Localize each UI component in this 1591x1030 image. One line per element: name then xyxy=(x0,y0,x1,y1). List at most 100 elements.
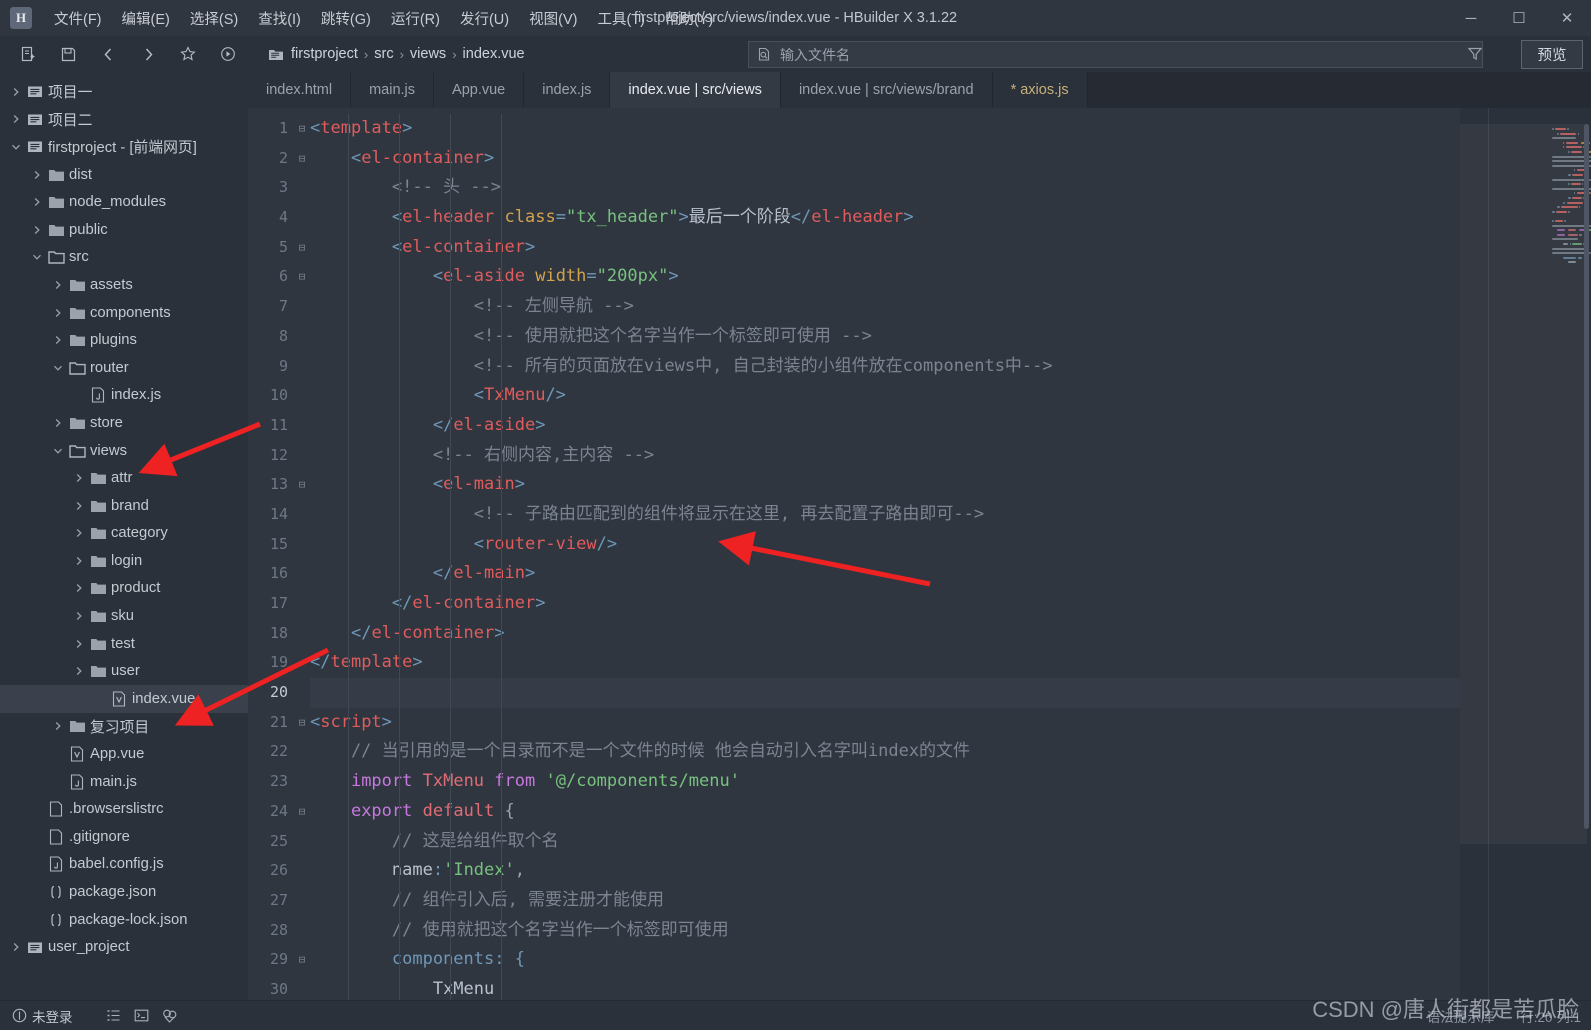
code-line[interactable]: <el-aside width="200px"> xyxy=(310,262,1460,292)
code-line[interactable]: <!-- 头 --> xyxy=(310,173,1460,203)
tree-item-login[interactable]: login xyxy=(0,547,248,575)
fold-toggle-icon[interactable]: ⊟ xyxy=(294,708,310,738)
code-line[interactable]: <el-main> xyxy=(310,470,1460,500)
minimap-scrollbar[interactable] xyxy=(1584,124,1589,829)
tree-item-router[interactable]: router xyxy=(0,354,248,382)
tree-item-sku[interactable]: sku xyxy=(0,602,248,630)
forward-icon[interactable] xyxy=(133,41,163,67)
code-line[interactable]: </el-main> xyxy=(310,559,1460,589)
editor-tab-main.js[interactable]: main.js xyxy=(351,72,435,108)
chevron-right-icon[interactable] xyxy=(8,87,24,97)
code-line[interactable]: <!-- 左侧导航 --> xyxy=(310,292,1460,322)
editor-tab-index.js[interactable]: index.js xyxy=(524,72,611,108)
code-line[interactable]: import TxMenu from '@/components/menu' xyxy=(310,767,1460,797)
code-line[interactable]: <el-header class="tx_header">最后一个阶段</el-… xyxy=(310,203,1460,233)
preview-button[interactable]: 预览 xyxy=(1521,40,1583,69)
project-explorer[interactable]: 项目一 项目二 firstproject - [前端网页] dist node_modu… xyxy=(0,72,248,1000)
code-line[interactable]: <!-- 右侧内容,主内容 --> xyxy=(310,441,1460,471)
minimize-button[interactable]: ─ xyxy=(1447,0,1495,36)
tree-item-.gitignore[interactable]: .gitignore xyxy=(0,823,248,851)
breadcrumb-item-0[interactable]: firstproject xyxy=(291,46,358,62)
breadcrumb-item-3[interactable]: index.vue xyxy=(463,46,525,62)
code-line[interactable]: export default { xyxy=(310,797,1460,827)
fold-gutter[interactable]: ⊟ ⊟ ⊟ ⊟ ⊟ ⊟ ⊟ ⊟ xyxy=(294,108,310,1000)
tree-item-public[interactable]: public xyxy=(0,216,248,244)
tree-item-main.js[interactable]: main.js xyxy=(0,768,248,796)
back-icon[interactable] xyxy=(93,41,123,67)
chevron-right-icon[interactable] xyxy=(71,583,87,593)
code-line[interactable]: <el-container> xyxy=(310,233,1460,263)
new-file-icon[interactable] xyxy=(13,41,43,67)
code-content[interactable]: <template> <el-container> <!-- 头 --> <el… xyxy=(310,108,1460,1000)
code-line[interactable]: <TxMenu/> xyxy=(310,381,1460,411)
menu-find[interactable]: 查找(I) xyxy=(248,3,311,34)
tree-item-index.js[interactable]: index.js xyxy=(0,382,248,410)
breadcrumb-item-2[interactable]: views xyxy=(410,46,446,62)
code-line[interactable]: </el-container> xyxy=(310,619,1460,649)
fold-toggle-icon[interactable]: ⊟ xyxy=(294,262,310,292)
chevron-right-icon[interactable] xyxy=(8,942,24,952)
close-button[interactable]: ✕ xyxy=(1543,0,1591,36)
star-icon[interactable] xyxy=(173,41,203,67)
code-line[interactable]: </el-container> xyxy=(310,589,1460,619)
chevron-right-icon[interactable] xyxy=(71,473,87,483)
fold-toggle-icon[interactable]: ⊟ xyxy=(294,470,310,500)
file-search-input[interactable]: 输入文件名 xyxy=(748,41,1483,68)
tree-item-views[interactable]: views xyxy=(0,437,248,465)
outline-icon[interactable] xyxy=(103,1005,125,1027)
tree-item-node_modules[interactable]: node_modules xyxy=(0,188,248,216)
code-line[interactable]: TxMenu xyxy=(310,975,1460,1000)
tree-item-.browserslistrc[interactable]: .browserslistrc xyxy=(0,795,248,823)
editor-tab-axios.js[interactable]: * axios.js xyxy=(992,72,1088,108)
tree-item-user_project[interactable]: user_project xyxy=(0,933,248,961)
fold-toggle-icon[interactable]: ⊟ xyxy=(294,797,310,827)
code-line[interactable]: // 使用就把这个名字当作一个标签即可使用 xyxy=(310,916,1460,946)
tree-item-dist[interactable]: dist xyxy=(0,161,248,189)
chevron-right-icon[interactable] xyxy=(50,280,66,290)
code-line[interactable]: <router-view/> xyxy=(310,530,1460,560)
fold-toggle-icon[interactable]: ⊟ xyxy=(294,114,310,144)
code-line[interactable]: // 组件引入后, 需要注册才能使用 xyxy=(310,886,1460,916)
tree-item-brand[interactable]: brand xyxy=(0,492,248,520)
tree-item-package-lock.json[interactable]: package-lock.json xyxy=(0,906,248,934)
menu-tools[interactable]: 工具(T) xyxy=(587,3,655,34)
chevron-right-icon[interactable] xyxy=(71,501,87,511)
code-line[interactable]: </el-aside> xyxy=(310,411,1460,441)
fold-toggle-icon[interactable]: ⊟ xyxy=(294,233,310,263)
tree-item-babel.config.js[interactable]: babel.config.js xyxy=(0,851,248,879)
editor-tab-index.vuesrcviewsbrand[interactable]: index.vue | src/views/brand xyxy=(780,72,993,108)
breadcrumb-item-1[interactable]: src xyxy=(374,46,393,62)
code-line[interactable]: <el-container> xyxy=(310,144,1460,174)
run-icon[interactable] xyxy=(213,41,243,67)
code-line[interactable]: name:'Index', xyxy=(310,856,1460,886)
chevron-down-icon[interactable] xyxy=(50,446,66,456)
plugins-icon[interactable] xyxy=(159,1005,181,1027)
tree-item-[interactable]: 复习项目 xyxy=(0,713,248,741)
chevron-right-icon[interactable] xyxy=(50,335,66,345)
login-status[interactable]: 未登录 xyxy=(12,1006,73,1026)
tree-item-product[interactable]: product xyxy=(0,575,248,603)
code-line[interactable]: <!-- 使用就把这个名字当作一个标签即可使用 --> xyxy=(310,322,1460,352)
chevron-right-icon[interactable] xyxy=(71,528,87,538)
chevron-down-icon[interactable] xyxy=(8,142,24,152)
tree-item-store[interactable]: store xyxy=(0,409,248,437)
chevron-right-icon[interactable] xyxy=(50,418,66,428)
chevron-right-icon[interactable] xyxy=(29,170,45,180)
menu-publish[interactable]: 发行(U) xyxy=(450,3,519,34)
terminal-icon[interactable] xyxy=(131,1005,153,1027)
tree-item-app.vue[interactable]: App.vue xyxy=(0,740,248,768)
editor-tab-index.html[interactable]: index.html xyxy=(248,72,352,108)
code-line[interactable]: </template> xyxy=(310,648,1460,678)
tree-item-user[interactable]: user xyxy=(0,657,248,685)
code-line[interactable]: // 这是给组件取个名 xyxy=(310,827,1460,857)
tree-item-src[interactable]: src xyxy=(0,244,248,272)
tree-item-index.vue[interactable]: index.vue xyxy=(0,685,248,713)
cursor-position-label[interactable]: 行:20 列:1 xyxy=(1520,1006,1581,1026)
code-line[interactable]: <script> xyxy=(310,708,1460,738)
chevron-right-icon[interactable] xyxy=(71,556,87,566)
editor-tab-app.vue[interactable]: App.vue xyxy=(434,72,525,108)
code-editor[interactable]: 1 2 3 4 5 6 7 8 9 10 11 12 13 14 15 16 17 18 19 20 21 22 23 24 2… xyxy=(248,108,1591,1000)
menu-run[interactable]: 运行(R) xyxy=(381,3,450,34)
funnel-icon[interactable] xyxy=(1467,46,1483,67)
code-line[interactable]: // 当引用的是一个目录而不是一个文件的时候 他会自动引入名字叫index的文件 xyxy=(310,737,1460,767)
